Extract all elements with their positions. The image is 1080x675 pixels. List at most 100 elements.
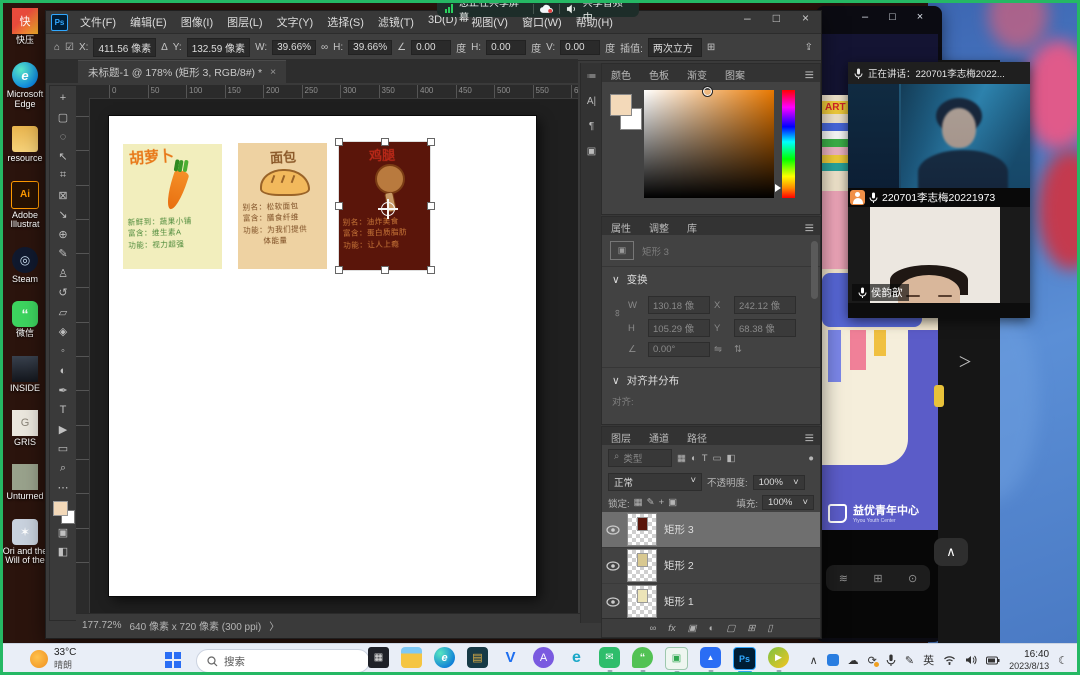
phone-close-button[interactable]: × [917, 11, 923, 23]
layer-name[interactable]: 矩形 2 [664, 558, 694, 573]
foreground-color-swatch[interactable] [53, 501, 68, 516]
panel-menu-icon[interactable]: ≡ [799, 427, 820, 451]
onedrive-cloud-icon[interactable]: ☁ [848, 654, 859, 667]
h-input[interactable]: 39.66% [348, 40, 392, 55]
collapse-chevron-icon[interactable]: ∨ [612, 375, 620, 387]
grid-icon[interactable]: ⊞ [707, 42, 715, 53]
panel-tab[interactable]: 通道 [640, 427, 678, 445]
ps-close-button[interactable]: × [802, 11, 809, 25]
tool-button[interactable]: ♙ [58, 264, 68, 284]
menu-item[interactable]: 滤镜(T) [372, 12, 420, 32]
filter-toggle-icon[interactable]: ● [808, 453, 814, 464]
tool-button[interactable]: T [60, 400, 67, 420]
ps-minimize-button[interactable]: – [744, 11, 751, 25]
layer-thumbnail[interactable] [627, 585, 657, 618]
angle-input[interactable]: 0.00 [411, 40, 451, 55]
panel-tab[interactable]: 路径 [678, 427, 716, 445]
layer-mask-icon[interactable]: ▣ [688, 623, 697, 634]
clock[interactable]: 16:40 2023/8/13 [1009, 649, 1049, 671]
tool-button[interactable]: ◦ [61, 342, 65, 362]
blend-mode-select[interactable]: 正常˅ [608, 473, 702, 491]
desktop-icon[interactable]: “ 微信 [2, 301, 48, 338]
layer-name[interactable]: 矩形 3 [664, 522, 694, 537]
flip-vertical-icon[interactable]: ⇅ [734, 344, 796, 355]
commit-share-icon[interactable]: ⇪ [805, 42, 813, 53]
tool-button[interactable]: ◈ [59, 322, 67, 342]
battery-icon[interactable] [986, 656, 1000, 665]
filter-smartobject-icon[interactable]: ◧ [727, 453, 736, 464]
transform-handle[interactable] [427, 266, 435, 274]
taskbar-app-icon[interactable]: V [500, 647, 521, 668]
phone-maximize-button[interactable]: □ [889, 11, 896, 23]
menu-item[interactable]: 图层(L) [221, 12, 268, 32]
start-button[interactable] [165, 652, 181, 668]
paragraph-panel-icon[interactable]: ¶ [589, 121, 594, 132]
tool-button[interactable]: ◐ [60, 361, 67, 381]
delta-icon[interactable]: Δ [161, 42, 168, 53]
menu-item[interactable]: 文字(Y) [271, 12, 320, 32]
desktop-icon[interactable]: ◎ Steam [2, 247, 48, 284]
volume-icon[interactable] [965, 655, 977, 665]
angle-input[interactable]: 0.00° [648, 342, 710, 357]
taskbar-app-icon[interactable]: ▶ [768, 647, 789, 668]
panel-tab[interactable]: 库 [678, 217, 706, 235]
tool-button[interactable]: ⊠ [58, 186, 67, 206]
vskew-input[interactable]: 0.00 [560, 40, 600, 55]
phone-minimize-button[interactable]: – [862, 11, 868, 23]
desktop-icon[interactable]: ✶ Ori and the Will of the [2, 519, 48, 566]
panel-tab[interactable]: 属性 [602, 217, 640, 235]
hue-slider[interactable] [782, 90, 795, 198]
transform-handle[interactable] [427, 202, 435, 210]
layer-filter-search[interactable]: ⌕ 类型 [608, 449, 672, 467]
transform-handle[interactable] [335, 202, 343, 210]
zoom-level[interactable]: 177.72% [82, 620, 121, 631]
libraries-panel-icon[interactable]: ▣ [587, 146, 596, 157]
visibility-eye-icon[interactable] [606, 525, 620, 535]
character-panel-icon[interactable]: A| [587, 96, 596, 107]
home-icon[interactable]: ⌂ [54, 42, 60, 53]
layer-thumbnail[interactable] [627, 549, 657, 582]
desktop-icon[interactable]: 快 快压 [2, 8, 48, 45]
reference-point-icon[interactable]: ☑ [65, 42, 74, 53]
status-chevron-icon[interactable]: 〉 [269, 618, 279, 633]
ime-indicator[interactable]: 英 [923, 652, 934, 668]
tool-button[interactable]: ⌗ [60, 166, 66, 186]
hue-slider-arrow[interactable] [775, 184, 781, 192]
filter-shape-icon[interactable]: ▭ [713, 453, 722, 464]
mic-tray-icon[interactable] [886, 654, 896, 666]
tool-button[interactable]: ▢ [58, 108, 68, 128]
weather-widget[interactable]: 33°C 晴朗 [30, 647, 76, 671]
delete-layer-icon[interactable]: ▯ [767, 623, 772, 634]
transform-handle[interactable] [335, 266, 343, 274]
menu-item[interactable]: 文件(F) [74, 12, 122, 32]
filter-type-icon[interactable]: T [702, 453, 708, 464]
taskbar-app-icon[interactable]: e [566, 647, 587, 668]
taskbar-app-icon[interactable]: ▲ [700, 647, 721, 668]
meeting-tray-icon[interactable] [827, 654, 839, 666]
new-group-icon[interactable]: ▢ [726, 623, 735, 634]
taskbar-app-icon[interactable]: ✉ [599, 647, 620, 668]
transform-handle[interactable] [335, 138, 343, 146]
new-layer-icon[interactable]: ⊞ [747, 623, 755, 634]
visibility-eye-icon[interactable] [606, 597, 620, 607]
sync-icon[interactable]: ⟳ [868, 654, 877, 667]
tool-button[interactable]: ◌ [60, 127, 67, 147]
fill-input[interactable]: 100%˅ [762, 495, 814, 510]
filter-pixel-icon[interactable]: ▦ [677, 453, 686, 464]
screen-mode-button[interactable]: ◧ [58, 542, 68, 562]
panel-tab[interactable]: 颜色 [602, 64, 640, 82]
lock-move-icon[interactable]: + [659, 497, 665, 508]
tool-button[interactable]: ▱ [59, 303, 67, 323]
transform-handle[interactable] [381, 266, 389, 274]
tool-button[interactable]: ▭ [58, 439, 68, 459]
desktop-icon[interactable]: Unturned [2, 464, 48, 501]
panel-scrollbar[interactable] [811, 241, 818, 299]
x-input[interactable]: 411.56 像素 [93, 38, 156, 57]
saturation-brightness-field[interactable] [644, 90, 774, 198]
layer-row[interactable]: 矩形 1 [602, 584, 820, 620]
menu-item[interactable]: 选择(S) [321, 12, 370, 32]
wifi-icon[interactable] [943, 655, 956, 665]
adjustment-layer-icon[interactable]: ◐ [709, 623, 715, 634]
tab-close-icon[interactable]: × [270, 66, 276, 78]
chevron-right-icon[interactable]: ＞ [958, 352, 972, 372]
